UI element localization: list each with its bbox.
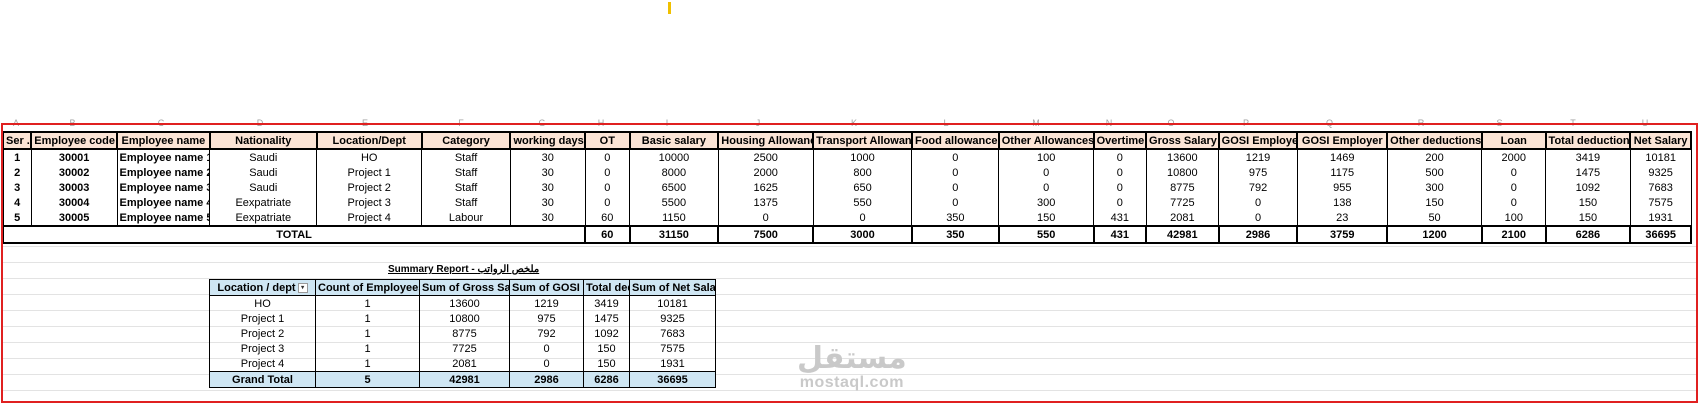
- selection-frame: [1, 123, 1698, 403]
- cell-cursor-marker: [668, 2, 671, 14]
